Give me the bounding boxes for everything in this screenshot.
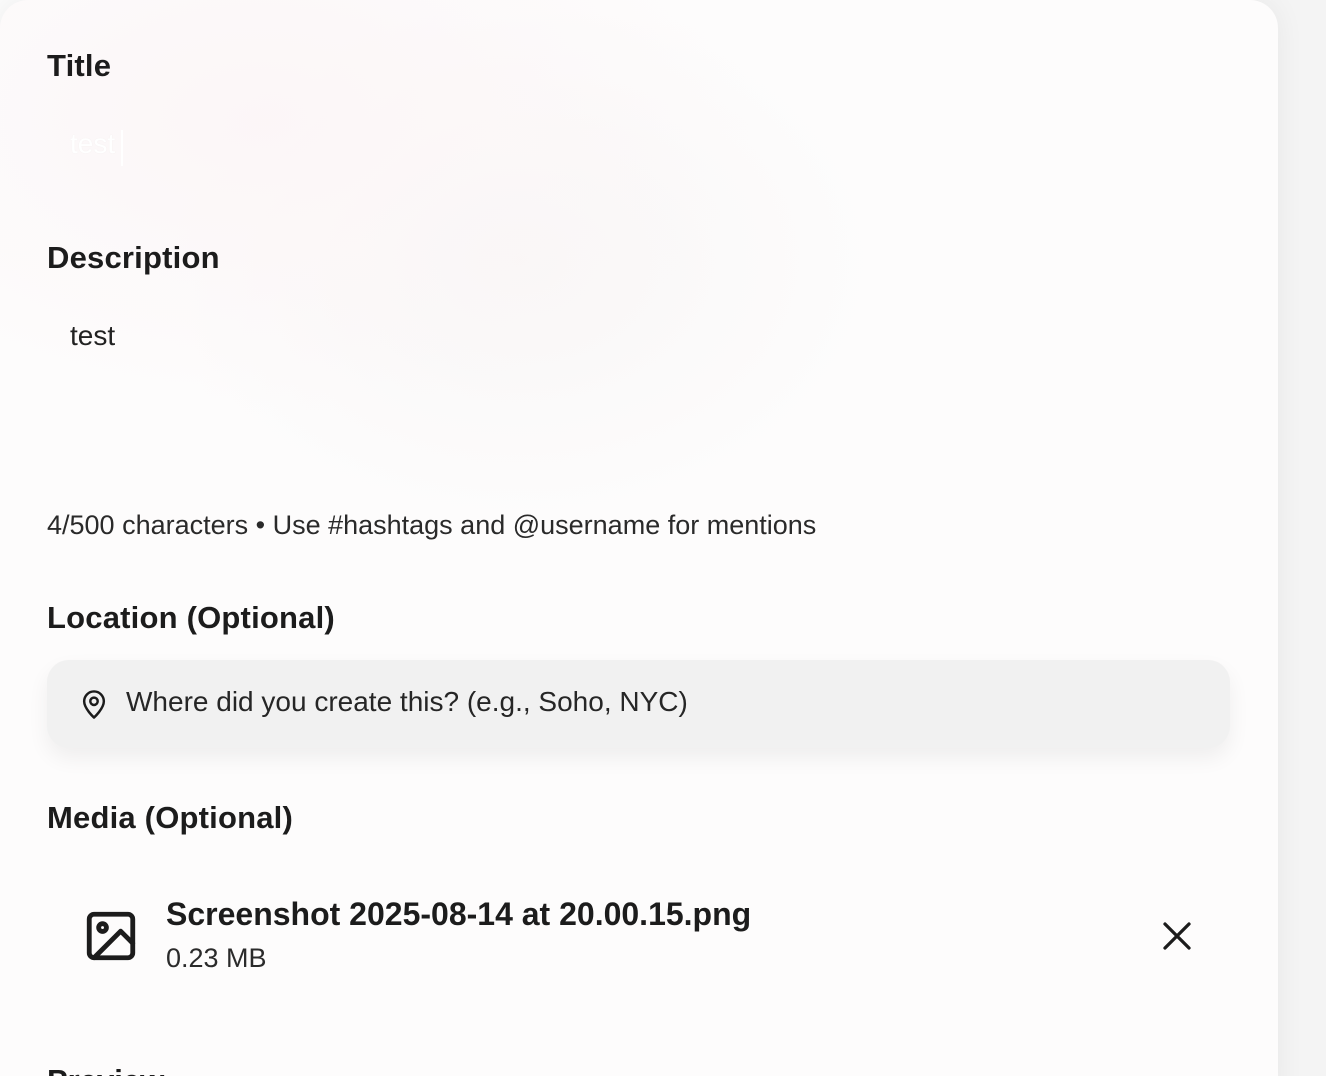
location-input[interactable]: Where did you create this? (e.g., Soho, … (47, 660, 1230, 748)
image-icon (86, 911, 136, 961)
media-file-name: Screenshot 2025-08-14 at 20.00.15.png (166, 896, 752, 932)
title-input[interactable] (47, 110, 1230, 190)
location-placeholder: Where did you create this? (e.g., Soho, … (126, 686, 688, 717)
description-textarea[interactable] (47, 302, 1230, 482)
close-icon (1163, 922, 1191, 950)
text-caret (121, 130, 123, 166)
media-file-size: 0.23 MB (166, 943, 267, 973)
map-pin-icon (82, 690, 106, 719)
preview-section-label: Preview (47, 1063, 164, 1076)
description-helper-text: 4/500 characters • Use #hashtags and @us… (47, 510, 817, 540)
remove-media-button[interactable] (1159, 918, 1195, 954)
description-textarea-value[interactable]: test (70, 320, 115, 352)
location-label: Location (Optional) (47, 600, 335, 635)
media-label: Media (Optional) (47, 800, 294, 835)
title-input-value[interactable]: test (70, 128, 115, 160)
media-attachment-item: Screenshot 2025-08-14 at 20.00.15.png 0.… (47, 880, 1230, 992)
page: Title test Description test 4/500 charac… (0, 0, 1326, 1076)
post-form-card: Title test Description test 4/500 charac… (0, 0, 1278, 1076)
title-label: Title (47, 48, 112, 83)
description-label: Description (47, 240, 220, 275)
